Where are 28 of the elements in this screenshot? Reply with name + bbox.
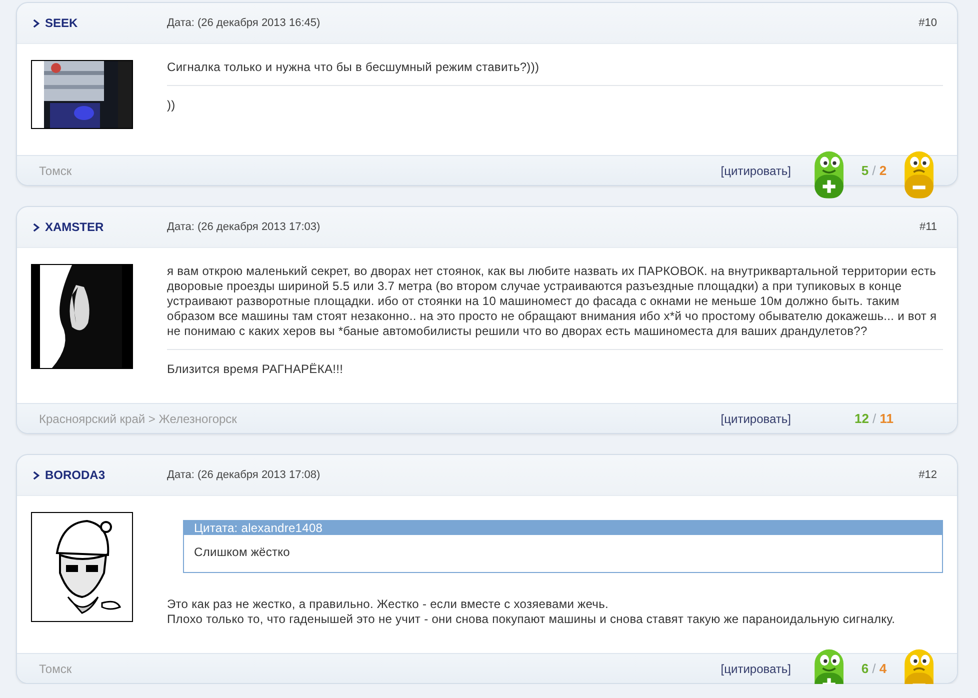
vote-score: 12 / 11 [853,411,895,426]
post-date: Дата: (26 декабря 2013 17:08) [167,469,322,481]
message-text: Сигналка только и нужна что бы в бесшумный режим ставить?))) [167,60,540,75]
message-text: я вам открою маленький секрет, во дворах нет стоянок, как вы любите назвать их ПАРКОВОК. на внутриквартальной территории есть дворовые проезды шириной 5.5 или 3.7 метра (во втором случае устраиваются разъездные площадки) а при тупиковых в конце устраивают разворотные площадки. ибо от стоянки на 10 машиномест до фасада с окнами не меньше 10м должно быть. таким образом все машины там стоят незаконно.. на это просто не обращают внимания ибо х*й чо простому обывателю докажешь... и вот я не понимаю с каких херов вы *баные автомобилисты решили что во дворах есть машиноместа для ваших драндулетов?? [167,264,938,339]
post-date: Дата: (26 декабря 2013 17:03) [167,221,322,233]
location-text: Томск [39,662,73,676]
chevron-icon [33,18,40,28]
vote-score: 6 / 4 [860,661,888,676]
chevron-icon [33,470,40,480]
post-number[interactable]: #12 [918,469,937,481]
post-date: Дата: (26 декабря 2013 16:45) [167,17,322,29]
quote-link[interactable]: [цитировать] [720,164,791,178]
post-number[interactable]: #11 [919,221,937,233]
chevron-icon [33,222,40,232]
quote-title: Цитата: alexandre1408 [184,521,942,535]
post-number[interactable]: #10 [918,17,937,29]
signature-text: Близится время РАГНАРЁКА!!! [167,362,344,377]
message-text: Это как раз не жестко, а правильно. Жестко - если вместе с хозяевами жечь. Плохо только то, что гаденышей это не учит - они снова покупают машины и снова ставят такую же параноидальную сигналку. [167,597,896,627]
quote-link[interactable]: [цитировать] [720,412,791,426]
author-link[interactable]: XAMSTER [33,220,167,234]
author-link[interactable]: SEEK [33,16,167,30]
location-text: Красноярский край > Железногорск [39,412,238,426]
author-link[interactable]: BORODA3 [33,468,167,482]
quote-text: Слишком жёстко [193,544,291,561]
vote-score: 5 / 2 [860,163,888,178]
signature-text: )) [167,98,176,113]
location-text: Томск [39,164,73,178]
quote-link[interactable]: [цитировать] [720,662,791,676]
